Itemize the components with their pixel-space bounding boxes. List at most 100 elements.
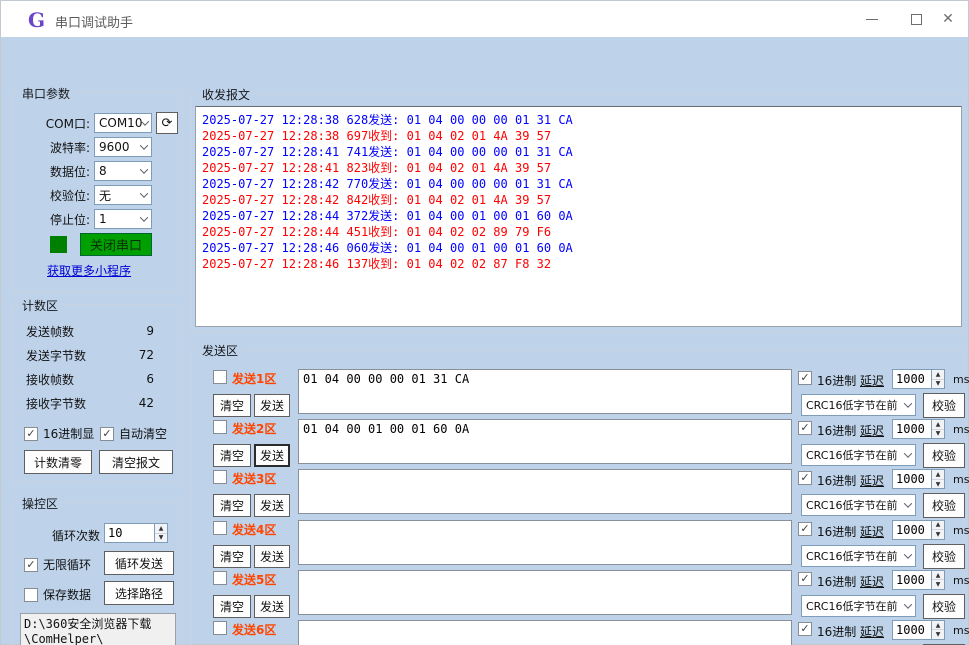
save-data-toggle[interactable]: 保存数据: [24, 586, 91, 603]
hex-checkbox[interactable]: ✓: [798, 471, 812, 485]
loop-count-label: 循环次数: [12, 527, 100, 544]
loop-send-button[interactable]: 循环发送: [104, 551, 174, 575]
send-button[interactable]: 发送: [254, 444, 290, 467]
serial-field-select[interactable]: 9600: [94, 137, 152, 157]
spinner-up-icon[interactable]: ▲: [932, 370, 944, 380]
auto-clear-checkbox[interactable]: ✓: [100, 427, 114, 441]
loop-count-spinner[interactable]: ▲ ▼: [104, 523, 168, 543]
minimize-button[interactable]: [850, 1, 894, 37]
spinner-down-icon[interactable]: ▼: [932, 430, 944, 439]
clear-button[interactable]: 清空: [213, 595, 251, 618]
spinner-arrows[interactable]: ▲ ▼: [931, 370, 944, 388]
send-row-checkbox[interactable]: [213, 521, 227, 535]
hex-checkbox[interactable]: ✓: [798, 622, 812, 636]
close-port-button[interactable]: 关闭串口: [80, 233, 152, 256]
send-data-input[interactable]: [298, 620, 792, 645]
verify-button[interactable]: 校验: [923, 493, 965, 518]
spinner-up-icon[interactable]: ▲: [932, 420, 944, 430]
spinner-up-icon[interactable]: ▲: [932, 621, 944, 631]
spinner-arrows[interactable]: ▲ ▼: [931, 571, 944, 589]
serial-field-value: COM10: [99, 116, 142, 130]
spinner-arrows[interactable]: ▲ ▼: [154, 524, 167, 542]
send-data-input[interactable]: [298, 469, 792, 514]
delay-input[interactable]: [893, 521, 930, 539]
verify-button[interactable]: 校验: [923, 544, 965, 569]
spinner-down-icon[interactable]: ▼: [932, 530, 944, 539]
spinner-down-icon[interactable]: ▼: [932, 580, 944, 589]
delay-input[interactable]: [893, 420, 930, 438]
crc-select[interactable]: CRC16低字节在前: [801, 545, 916, 567]
send-button[interactable]: 发送: [254, 595, 290, 618]
loop-count-input[interactable]: [105, 524, 153, 542]
crc-select[interactable]: CRC16低字节在前: [801, 595, 916, 617]
delay-input[interactable]: [893, 571, 930, 589]
select-path-button[interactable]: 选择路径: [104, 581, 174, 605]
delay-input[interactable]: [893, 470, 930, 488]
hex-display-toggle[interactable]: ✓ 16进制显: [24, 425, 94, 442]
close-button[interactable]: ✕: [927, 1, 969, 37]
send-data-input[interactable]: [298, 570, 792, 615]
hex-display-checkbox[interactable]: ✓: [24, 427, 38, 441]
crc-select[interactable]: CRC16低字节在前: [801, 444, 916, 466]
spinner-arrows[interactable]: ▲ ▼: [931, 420, 944, 438]
delay-input[interactable]: [893, 621, 930, 639]
spinner-down-icon[interactable]: ▼: [932, 380, 944, 389]
crc-select[interactable]: CRC16低字节在前: [801, 394, 916, 416]
spinner-up-icon[interactable]: ▲: [932, 571, 944, 581]
delay-spinner[interactable]: ▲ ▼: [892, 369, 945, 389]
infinite-loop-checkbox[interactable]: ✓: [24, 558, 38, 572]
clear-button[interactable]: 清空: [213, 444, 251, 467]
spinner-up-icon[interactable]: ▲: [155, 524, 167, 534]
reset-counters-button[interactable]: 计数清零: [24, 450, 92, 474]
save-data-checkbox[interactable]: [24, 588, 38, 602]
more-apps-link[interactable]: 获取更多小程序: [47, 262, 131, 279]
delay-spinner[interactable]: ▲ ▼: [892, 469, 945, 489]
spinner-down-icon[interactable]: ▼: [932, 480, 944, 489]
spinner-up-icon[interactable]: ▲: [932, 521, 944, 531]
send-row-checkbox[interactable]: [213, 470, 227, 484]
spinner-down-icon[interactable]: ▼: [932, 630, 944, 639]
refresh-ports-button[interactable]: ⟳: [156, 112, 178, 134]
serial-field-select[interactable]: 无: [94, 185, 152, 205]
send-data-input[interactable]: [298, 520, 792, 565]
clear-button[interactable]: 清空: [213, 494, 251, 517]
send-button[interactable]: 发送: [254, 545, 290, 568]
log-viewer[interactable]: 2025-07-27 12:28:38 628发送: 01 04 00 00 0…: [195, 106, 962, 327]
send-button[interactable]: 发送: [254, 394, 290, 417]
crc-select[interactable]: CRC16低字节在前: [801, 494, 916, 516]
verify-button[interactable]: 校验: [923, 393, 965, 418]
delay-spinner[interactable]: ▲ ▼: [892, 520, 945, 540]
delay-spinner[interactable]: ▲ ▼: [892, 620, 945, 640]
infinite-loop-toggle[interactable]: ✓ 无限循环: [24, 556, 91, 573]
verify-button[interactable]: 校验: [923, 594, 965, 619]
spinner-arrows[interactable]: ▲ ▼: [931, 621, 944, 639]
send-data-input[interactable]: 01 04 00 01 00 01 60 0A: [298, 419, 792, 464]
send-row-checkbox[interactable]: [213, 571, 227, 585]
spinner-down-icon[interactable]: ▼: [155, 534, 167, 543]
hex-checkbox[interactable]: ✓: [798, 371, 812, 385]
auto-clear-toggle[interactable]: ✓ 自动清空: [100, 425, 167, 442]
clear-log-button[interactable]: 清空报文: [99, 450, 173, 474]
clear-button[interactable]: 清空: [213, 394, 251, 417]
delay-spinner[interactable]: ▲ ▼: [892, 570, 945, 590]
send-row-checkbox[interactable]: [213, 420, 227, 434]
serial-field-select[interactable]: 1: [94, 209, 152, 229]
spinner-arrows[interactable]: ▲ ▼: [931, 521, 944, 539]
send-button[interactable]: 发送: [254, 494, 290, 517]
spinner-arrows[interactable]: ▲ ▼: [931, 470, 944, 488]
send-data-input[interactable]: 01 04 00 00 00 01 31 CA: [298, 369, 792, 414]
spinner-up-icon[interactable]: ▲: [932, 470, 944, 480]
clear-button[interactable]: 清空: [213, 545, 251, 568]
send-row-checkbox[interactable]: [213, 370, 227, 384]
delay-label: 延迟: [860, 523, 884, 540]
delay-input[interactable]: [893, 370, 930, 388]
serial-field-select[interactable]: COM10: [94, 113, 152, 133]
delay-spinner[interactable]: ▲ ▼: [892, 419, 945, 439]
hex-checkbox[interactable]: ✓: [798, 522, 812, 536]
hex-checkbox[interactable]: ✓: [798, 421, 812, 435]
verify-button[interactable]: 校验: [923, 443, 965, 468]
hex-checkbox[interactable]: ✓: [798, 572, 812, 586]
save-path-box[interactable]: D:\360安全浏览器下载 \ComHelper\: [20, 613, 176, 645]
serial-field-select[interactable]: 8: [94, 161, 152, 181]
send-row-checkbox[interactable]: [213, 621, 227, 635]
